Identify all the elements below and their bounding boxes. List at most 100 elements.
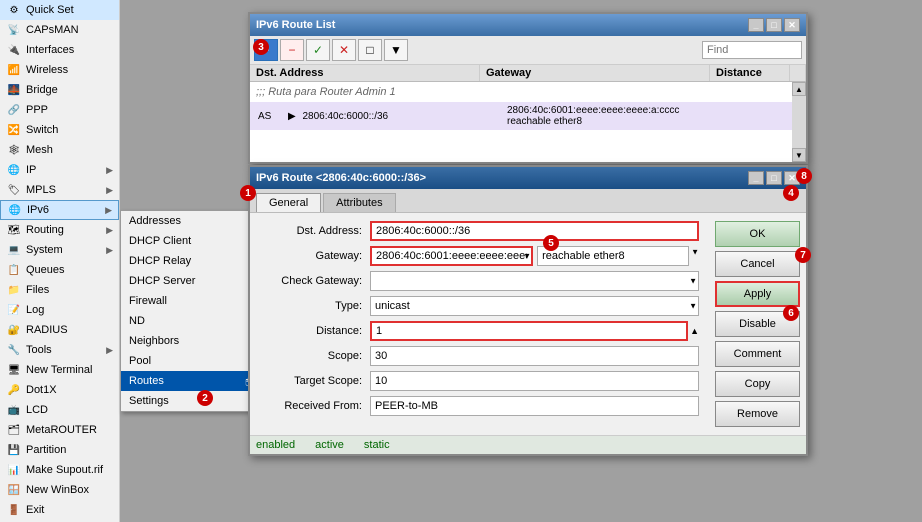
sidebar-item-exit[interactable]: 🚪 Exit bbox=[0, 500, 119, 520]
input-received-from[interactable] bbox=[370, 396, 699, 416]
files-icon: 📁 bbox=[6, 282, 22, 298]
submenu-firewall[interactable]: Firewall bbox=[121, 291, 259, 311]
row-arrow-dst: ▶ 2806:40c:6000::/36 bbox=[284, 110, 503, 123]
gateway-right-arrow[interactable]: ▼ bbox=[691, 247, 699, 256]
route-data-row[interactable]: AS ▶ 2806:40c:6000::/36 2806:40c:6001:ee… bbox=[250, 102, 806, 130]
input-gateway[interactable] bbox=[370, 246, 533, 266]
quickset-icon: ⚙ bbox=[6, 2, 22, 18]
sidebar-item-ipv6[interactable]: 🌐 IPv6 ▶ bbox=[0, 200, 119, 220]
sidebar-item-tools[interactable]: 🔧 Tools ▶ bbox=[0, 340, 119, 360]
submenu-nd[interactable]: ND bbox=[121, 311, 259, 331]
toolbar-cancel-btn[interactable]: ✕ bbox=[332, 39, 356, 61]
submenu-label-firewall: Firewall bbox=[129, 295, 167, 307]
route-edit-minimize-btn[interactable]: _ bbox=[748, 171, 764, 185]
form-row-distance: Distance: ▲ bbox=[260, 321, 699, 341]
sidebar-item-wireless[interactable]: 📶 Wireless bbox=[0, 60, 119, 80]
sidebar-item-partition[interactable]: 💾 Partition bbox=[0, 440, 119, 460]
lcd-icon: 📺 bbox=[6, 402, 22, 418]
mpls-arrow: ▶ bbox=[106, 185, 113, 196]
sidebar-label-log: Log bbox=[26, 304, 44, 316]
label-receivedfrom: Received From: bbox=[260, 400, 370, 412]
route-edit-window-controls: _ □ ✕ bbox=[748, 171, 800, 185]
input-type[interactable] bbox=[370, 296, 699, 316]
input-dst-address[interactable] bbox=[370, 221, 699, 241]
sidebar-item-interfaces[interactable]: 🔌 Interfaces bbox=[0, 40, 119, 60]
sidebar-item-switch[interactable]: 🔀 Switch bbox=[0, 120, 119, 140]
submenu-pool[interactable]: Pool bbox=[121, 351, 259, 371]
route-comment-row: ;;; Ruta para Router Admin 1 bbox=[250, 82, 806, 102]
submenu-label-dhcpclient: DHCP Client bbox=[129, 235, 191, 247]
route-list-search[interactable] bbox=[702, 41, 802, 59]
badge-2: 2 bbox=[197, 390, 213, 406]
submenu-settings[interactable]: Settings bbox=[121, 391, 259, 411]
sidebar-item-newterminal[interactable]: 🖥 New Terminal bbox=[0, 360, 119, 380]
badge-4: 4 bbox=[783, 185, 799, 201]
input-check-gateway[interactable] bbox=[370, 271, 699, 291]
form-row-type: Type: ▼ bbox=[260, 296, 699, 316]
sidebar-item-metarouter[interactable]: 🗂 MetaROUTER bbox=[0, 420, 119, 440]
route-list-close-btn[interactable]: ✕ bbox=[784, 18, 800, 32]
cancel-button[interactable]: Cancel bbox=[715, 251, 800, 277]
apply-button[interactable]: Apply bbox=[715, 281, 800, 307]
route-edit-restore-btn[interactable]: □ bbox=[766, 171, 782, 185]
input-scope[interactable] bbox=[370, 346, 699, 366]
partition-icon: 💾 bbox=[6, 442, 22, 458]
tools-arrow: ▶ bbox=[106, 345, 113, 356]
gateway-right-area: ▼ bbox=[533, 246, 699, 266]
submenu-neighbors[interactable]: Neighbors bbox=[121, 331, 259, 351]
input-distance[interactable] bbox=[370, 321, 688, 341]
submenu-routes[interactable]: Routes 🖱 bbox=[121, 371, 259, 391]
submenu-dhcp-relay[interactable]: DHCP Relay bbox=[121, 251, 259, 271]
sidebar-label-mesh: Mesh bbox=[26, 144, 53, 156]
sidebar-item-queues[interactable]: 📋 Queues bbox=[0, 260, 119, 280]
sidebar-item-bridge[interactable]: 🌉 Bridge bbox=[0, 80, 119, 100]
remove-button[interactable]: Remove bbox=[715, 401, 800, 427]
metarouter-icon: 🗂 bbox=[6, 422, 22, 438]
submenu-dhcp-client[interactable]: DHCP Client bbox=[121, 231, 259, 251]
sidebar-item-lcd[interactable]: 📺 LCD bbox=[0, 400, 119, 420]
tab-general[interactable]: General bbox=[256, 193, 321, 212]
sidebar-item-newwinbox[interactable]: 🪟 New WinBox bbox=[0, 480, 119, 500]
sidebar-item-radius[interactable]: 🔐 RADIUS bbox=[0, 320, 119, 340]
tools-icon: 🔧 bbox=[6, 342, 22, 358]
sidebar-item-mesh[interactable]: 🕸 Mesh bbox=[0, 140, 119, 160]
toolbar-copy-btn[interactable]: □ bbox=[358, 39, 382, 61]
tab-attributes[interactable]: Attributes bbox=[323, 193, 395, 212]
sidebar-item-log[interactable]: 📝 Log bbox=[0, 300, 119, 320]
input-target-scope[interactable] bbox=[370, 371, 699, 391]
route-list-window-controls: _ □ ✕ bbox=[748, 18, 800, 32]
sidebar-item-routing[interactable]: 🗺 Routing ▶ bbox=[0, 220, 119, 240]
toolbar-filter-btn[interactable]: ▼ bbox=[384, 39, 408, 61]
sidebar-item-ip[interactable]: 🌐 IP ▶ bbox=[0, 160, 119, 180]
route-list-header: Dst. Address Gateway Distance bbox=[250, 65, 806, 82]
sidebar-item-makesupout[interactable]: 📊 Make Supout.rif bbox=[0, 460, 119, 480]
submenu-dhcp-server[interactable]: DHCP Server bbox=[121, 271, 259, 291]
sidebar-item-quickset[interactable]: ⚙ Quick Set bbox=[0, 0, 119, 20]
distance-up-arrow[interactable]: ▲ bbox=[690, 326, 699, 336]
sidebar-item-capsman[interactable]: 📡 CAPsMAN bbox=[0, 20, 119, 40]
scrollbar-down[interactable]: ▼ bbox=[792, 148, 806, 162]
scrollbar-up[interactable]: ▲ bbox=[792, 82, 806, 96]
sidebar-item-dot1x[interactable]: 🔑 Dot1X bbox=[0, 380, 119, 400]
sidebar-item-system[interactable]: 💻 System ▶ bbox=[0, 240, 119, 260]
route-list-window: IPv6 Route List _ □ ✕ + − ✓ ✕ □ ▼ Dst. A… bbox=[248, 12, 808, 164]
route-list-minimize-btn[interactable]: _ bbox=[748, 18, 764, 32]
input-gateway-right[interactable] bbox=[537, 246, 689, 266]
status-enabled: enabled bbox=[256, 439, 295, 451]
capsman-icon: 📡 bbox=[6, 22, 22, 38]
ipv6-submenu: Addresses DHCP Client DHCP Relay DHCP Se… bbox=[120, 210, 260, 412]
route-edit-titlebar: IPv6 Route <2806:40c:6000::/36> _ □ ✕ bbox=[250, 167, 806, 189]
comment-button[interactable]: Comment bbox=[715, 341, 800, 367]
sidebar-label-bridge: Bridge bbox=[26, 84, 58, 96]
route-list-maximize-btn[interactable]: □ bbox=[766, 18, 782, 32]
toolbar-check-btn[interactable]: ✓ bbox=[306, 39, 330, 61]
route-list-titlebar: IPv6 Route List _ □ ✕ bbox=[250, 14, 806, 36]
sidebar-item-mpls[interactable]: 🏷 MPLS ▶ bbox=[0, 180, 119, 200]
toolbar-remove-btn[interactable]: − bbox=[280, 39, 304, 61]
submenu-addresses[interactable]: Addresses bbox=[121, 211, 259, 231]
label-gateway: Gateway: bbox=[260, 250, 370, 262]
ok-button[interactable]: OK bbox=[715, 221, 800, 247]
sidebar-item-files[interactable]: 📁 Files bbox=[0, 280, 119, 300]
copy-button[interactable]: Copy bbox=[715, 371, 800, 397]
sidebar-item-ppp[interactable]: 🔗 PPP bbox=[0, 100, 119, 120]
